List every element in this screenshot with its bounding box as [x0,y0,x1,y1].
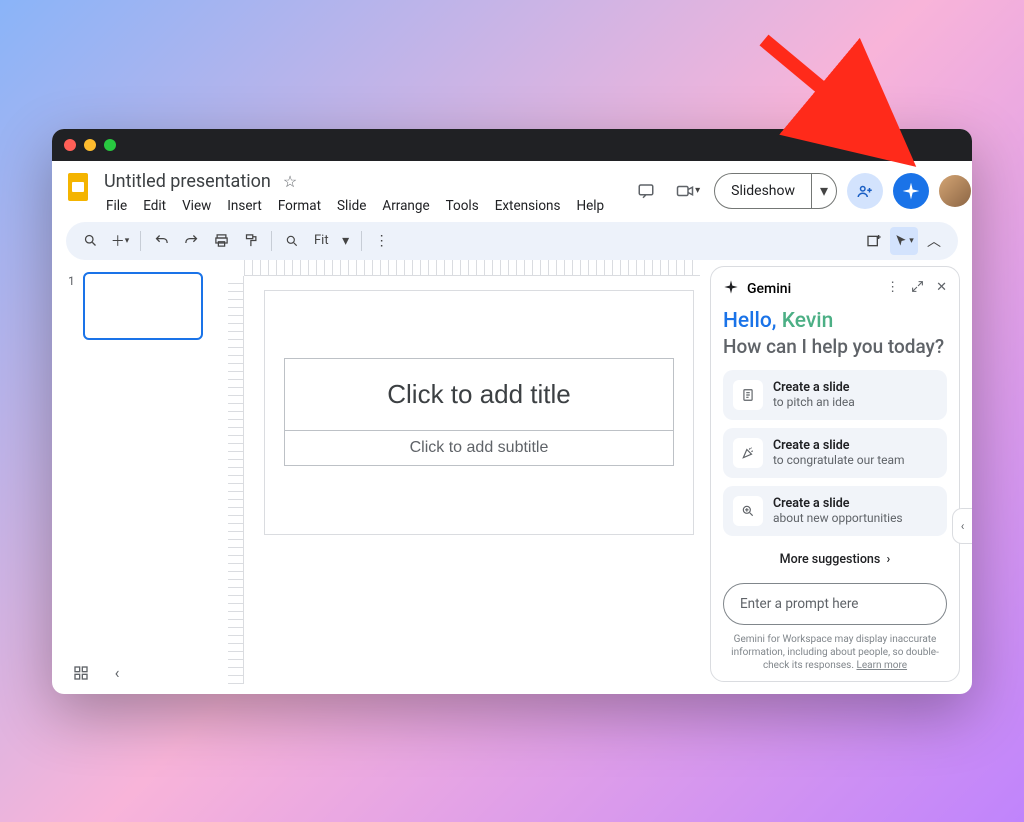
doc-icon [733,380,763,410]
canvas-area: Click to add title Click to add subtitle [222,260,710,694]
grid-view-icon[interactable] [70,662,92,684]
print-icon[interactable] [207,227,235,255]
thumb-number: 1 [68,272,75,340]
document-title[interactable]: Untitled presentation [100,169,275,194]
menu-arrange[interactable]: Arrange [376,196,435,216]
window-minimize-icon[interactable] [84,139,96,151]
suggestion-pitch[interactable]: Create a slideto pitch an idea [723,370,947,420]
celebrate-icon [733,438,763,468]
window-titlebar [52,129,972,161]
slideshow-label[interactable]: Slideshow [715,174,811,208]
menu-edit[interactable]: Edit [137,196,172,216]
menu-slide[interactable]: Slide [331,196,372,216]
collapse-filmstrip-icon[interactable]: ‹ [106,662,128,684]
bottom-bar: ‹ [70,662,128,684]
zoom-level[interactable]: Fit [308,233,335,248]
slide-canvas[interactable]: Click to add title Click to add subtitle [264,290,694,535]
menu-tools[interactable]: Tools [440,196,485,216]
slideshow-dropdown-icon[interactable]: ▾ [811,174,836,208]
paint-format-icon[interactable] [237,227,265,255]
gemini-spark-icon [723,279,739,299]
menu-extensions[interactable]: Extensions [489,196,567,216]
window-close-icon[interactable] [64,139,76,151]
menu-insert[interactable]: Insert [221,196,268,216]
redo-icon[interactable] [177,227,205,255]
thumbnail-row[interactable]: 1 [68,272,214,340]
app-header: Untitled presentation ☆ File Edit View I… [52,161,972,216]
panel-menu-icon[interactable]: ⋮ [886,280,899,297]
learn-more-link[interactable]: Learn more [856,660,907,671]
gemini-panel: Gemini ⋮ ✕ Hello, Kevin How can I help y… [710,266,960,682]
ruler-vertical [228,276,244,684]
search-plus-icon [733,496,763,526]
menu-format[interactable]: Format [272,196,327,216]
menu-help[interactable]: Help [570,196,610,216]
menubar: File Edit View Insert Format Slide Arran… [100,196,610,216]
gemini-button[interactable] [893,173,929,209]
insert-image-icon[interactable] [860,227,888,255]
cursor-tool-icon[interactable]: ▾ [890,227,918,255]
workspace: 1 Click to add title Click to add subtit… [52,260,972,694]
app-window: Untitled presentation ☆ File Edit View I… [52,129,972,694]
gemini-title: Gemini [747,281,791,297]
gemini-disclaimer: Gemini for Workspace may display inaccur… [723,633,947,672]
collapse-toolbar-icon[interactable]: ︿ [920,227,948,255]
slides-logo-icon[interactable] [66,169,90,205]
more-icon[interactable]: ⋮ [368,227,396,255]
window-zoom-icon[interactable] [104,139,116,151]
video-call-icon[interactable]: ▾ [672,175,704,207]
share-button[interactable] [847,173,883,209]
header-right: ▾ Slideshow ▾ [630,169,971,209]
search-icon[interactable] [76,227,104,255]
prompt-input[interactable]: Enter a prompt here [723,583,947,625]
undo-icon[interactable] [147,227,175,255]
toolbar: ＋▾ Fit ▾ ⋮ ▾ ︿ [66,222,958,260]
gemini-subhead: How can I help you today? [723,336,947,358]
menu-file[interactable]: File [100,196,133,216]
slide-thumbnail[interactable] [83,272,203,340]
menu-view[interactable]: View [176,196,217,216]
slideshow-button[interactable]: Slideshow ▾ [714,173,837,209]
title-placeholder[interactable]: Click to add title [284,358,674,431]
panel-close-icon[interactable]: ✕ [936,280,947,297]
zoom-out-icon[interactable] [278,227,306,255]
suggestion-congrats[interactable]: Create a slideto congratulate our team [723,428,947,478]
ruler-horizontal [244,260,700,276]
slide-thumbnails: 1 [52,260,222,694]
more-suggestions-button[interactable]: More suggestions › [723,544,947,575]
comments-icon[interactable] [630,175,662,207]
zoom-dropdown-icon[interactable]: ▾ [337,227,355,255]
suggestion-opportunities[interactable]: Create a slideabout new opportunities [723,486,947,536]
new-slide-icon[interactable]: ＋▾ [106,227,134,255]
gemini-greeting: Hello, Kevin [723,309,947,334]
user-avatar[interactable] [939,175,971,207]
title-block: Untitled presentation ☆ File Edit View I… [100,169,610,216]
side-panel-tab[interactable]: ‹ [952,508,972,544]
star-icon[interactable]: ☆ [283,172,297,191]
panel-expand-icon[interactable] [911,280,924,297]
subtitle-placeholder[interactable]: Click to add subtitle [284,431,674,466]
